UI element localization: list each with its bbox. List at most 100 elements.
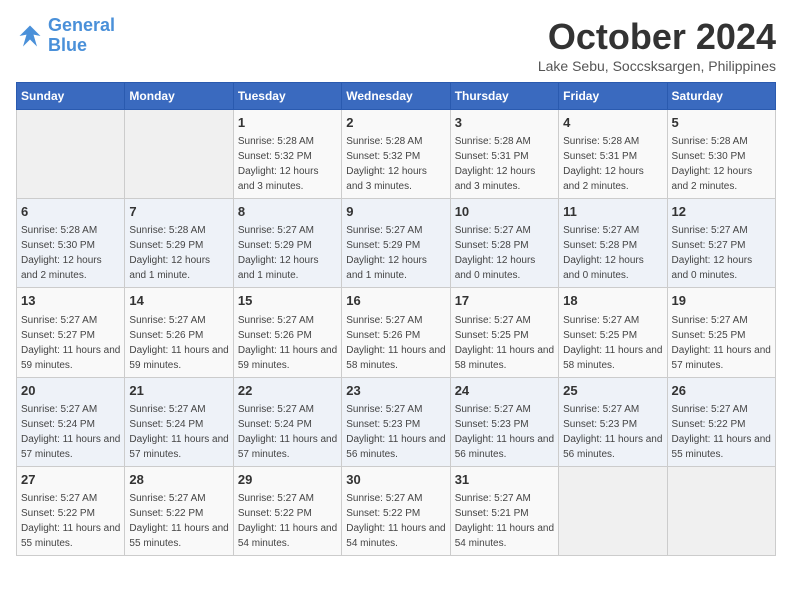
- logo: General Blue: [16, 16, 115, 56]
- day-info: Sunrise: 5:27 AM Sunset: 5:25 PM Dayligh…: [672, 313, 771, 373]
- day-number: 27: [21, 471, 120, 489]
- header-cell-friday: Friday: [559, 83, 667, 110]
- day-info: Sunrise: 5:27 AM Sunset: 5:25 PM Dayligh…: [563, 313, 662, 373]
- calendar-cell: [17, 110, 125, 199]
- day-info: Sunrise: 5:27 AM Sunset: 5:26 PM Dayligh…: [129, 313, 228, 373]
- day-info: Sunrise: 5:28 AM Sunset: 5:30 PM Dayligh…: [672, 134, 771, 194]
- day-number: 28: [129, 471, 228, 489]
- calendar-cell: 18 Sunrise: 5:27 AM Sunset: 5:25 PM Dayli…: [559, 288, 667, 377]
- day-number: 3: [455, 114, 554, 132]
- calendar-table: SundayMondayTuesdayWednesdayThursdayFrid…: [16, 82, 776, 556]
- day-info: Sunrise: 5:27 AM Sunset: 5:23 PM Dayligh…: [346, 402, 445, 462]
- day-info: Sunrise: 5:27 AM Sunset: 5:22 PM Dayligh…: [672, 402, 771, 462]
- calendar-cell: 19 Sunrise: 5:27 AM Sunset: 5:25 PM Dayli…: [667, 288, 775, 377]
- day-number: 18: [563, 292, 662, 310]
- day-info: Sunrise: 5:28 AM Sunset: 5:30 PM Dayligh…: [21, 223, 120, 283]
- header-row: SundayMondayTuesdayWednesdayThursdayFrid…: [17, 83, 776, 110]
- day-number: 25: [563, 382, 662, 400]
- day-info: Sunrise: 5:27 AM Sunset: 5:25 PM Dayligh…: [455, 313, 554, 373]
- calendar-cell: [667, 466, 775, 555]
- day-number: 26: [672, 382, 771, 400]
- header-cell-thursday: Thursday: [450, 83, 558, 110]
- logo-icon: [16, 22, 44, 50]
- calendar-cell: 3 Sunrise: 5:28 AM Sunset: 5:31 PM Daylig…: [450, 110, 558, 199]
- calendar-week-row: 13 Sunrise: 5:27 AM Sunset: 5:27 PM Dayli…: [17, 288, 776, 377]
- header-cell-saturday: Saturday: [667, 83, 775, 110]
- logo-line1: General: [48, 15, 115, 35]
- day-number: 2: [346, 114, 445, 132]
- day-number: 23: [346, 382, 445, 400]
- logo-line2: Blue: [48, 35, 87, 55]
- day-info: Sunrise: 5:27 AM Sunset: 5:27 PM Dayligh…: [672, 223, 771, 283]
- day-info: Sunrise: 5:27 AM Sunset: 5:26 PM Dayligh…: [238, 313, 337, 373]
- header-cell-tuesday: Tuesday: [233, 83, 341, 110]
- calendar-cell: 28 Sunrise: 5:27 AM Sunset: 5:22 PM Dayli…: [125, 466, 233, 555]
- day-number: 21: [129, 382, 228, 400]
- calendar-cell: 9 Sunrise: 5:27 AM Sunset: 5:29 PM Daylig…: [342, 199, 450, 288]
- day-info: Sunrise: 5:27 AM Sunset: 5:22 PM Dayligh…: [346, 491, 445, 551]
- day-number: 4: [563, 114, 662, 132]
- day-info: Sunrise: 5:28 AM Sunset: 5:32 PM Dayligh…: [238, 134, 337, 194]
- calendar-cell: 29 Sunrise: 5:27 AM Sunset: 5:22 PM Dayli…: [233, 466, 341, 555]
- day-number: 6: [21, 203, 120, 221]
- calendar-cell: 24Sunrise: 5:27 AM Sunset: 5:23 PM Dayli…: [450, 377, 558, 466]
- calendar-cell: 8Sunrise: 5:27 AM Sunset: 5:29 PM Daylig…: [233, 199, 341, 288]
- day-info: Sunrise: 5:27 AM Sunset: 5:29 PM Dayligh…: [238, 223, 337, 283]
- day-info: Sunrise: 5:27 AM Sunset: 5:29 PM Dayligh…: [346, 223, 445, 283]
- header-cell-monday: Monday: [125, 83, 233, 110]
- calendar-cell: 22Sunrise: 5:27 AM Sunset: 5:24 PM Dayli…: [233, 377, 341, 466]
- day-info: Sunrise: 5:27 AM Sunset: 5:22 PM Dayligh…: [21, 491, 120, 551]
- calendar-cell: 20Sunrise: 5:27 AM Sunset: 5:24 PM Dayli…: [17, 377, 125, 466]
- day-number: 15: [238, 292, 337, 310]
- day-info: Sunrise: 5:27 AM Sunset: 5:24 PM Dayligh…: [21, 402, 120, 462]
- day-number: 13: [21, 292, 120, 310]
- day-info: Sunrise: 5:27 AM Sunset: 5:28 PM Dayligh…: [563, 223, 662, 283]
- day-number: 10: [455, 203, 554, 221]
- day-number: 24: [455, 382, 554, 400]
- day-number: 30: [346, 471, 445, 489]
- day-number: 11: [563, 203, 662, 221]
- calendar-cell: 25 Sunrise: 5:27 AM Sunset: 5:23 PM Dayli…: [559, 377, 667, 466]
- calendar-cell: 21Sunrise: 5:27 AM Sunset: 5:24 PM Dayli…: [125, 377, 233, 466]
- day-info: Sunrise: 5:27 AM Sunset: 5:26 PM Dayligh…: [346, 313, 445, 373]
- location-subtitle: Lake Sebu, Soccsksargen, Philippines: [538, 58, 776, 74]
- calendar-cell: [559, 466, 667, 555]
- day-info: Sunrise: 5:27 AM Sunset: 5:27 PM Dayligh…: [21, 313, 120, 373]
- day-info: Sunrise: 5:27 AM Sunset: 5:22 PM Dayligh…: [129, 491, 228, 551]
- day-number: 7: [129, 203, 228, 221]
- calendar-cell: [125, 110, 233, 199]
- day-info: Sunrise: 5:27 AM Sunset: 5:22 PM Dayligh…: [238, 491, 337, 551]
- day-info: Sunrise: 5:28 AM Sunset: 5:32 PM Dayligh…: [346, 134, 445, 194]
- logo-text: General Blue: [48, 16, 115, 56]
- calendar-cell: 13 Sunrise: 5:27 AM Sunset: 5:27 PM Dayli…: [17, 288, 125, 377]
- day-number: 1: [238, 114, 337, 132]
- calendar-cell: 23 Sunrise: 5:27 AM Sunset: 5:23 PM Dayli…: [342, 377, 450, 466]
- day-number: 17: [455, 292, 554, 310]
- header-cell-sunday: Sunday: [17, 83, 125, 110]
- header-cell-wednesday: Wednesday: [342, 83, 450, 110]
- day-number: 9: [346, 203, 445, 221]
- title-section: October 2024 Lake Sebu, Soccsksargen, Ph…: [538, 16, 776, 74]
- calendar-week-row: 20Sunrise: 5:27 AM Sunset: 5:24 PM Dayli…: [17, 377, 776, 466]
- day-number: 14: [129, 292, 228, 310]
- calendar-cell: 1 Sunrise: 5:28 AM Sunset: 5:32 PM Daylig…: [233, 110, 341, 199]
- calendar-cell: 12Sunrise: 5:27 AM Sunset: 5:27 PM Dayli…: [667, 199, 775, 288]
- day-info: Sunrise: 5:27 AM Sunset: 5:21 PM Dayligh…: [455, 491, 554, 551]
- calendar-week-row: 1 Sunrise: 5:28 AM Sunset: 5:32 PM Daylig…: [17, 110, 776, 199]
- calendar-cell: 5 Sunrise: 5:28 AM Sunset: 5:30 PM Daylig…: [667, 110, 775, 199]
- day-info: Sunrise: 5:27 AM Sunset: 5:23 PM Dayligh…: [563, 402, 662, 462]
- day-number: 19: [672, 292, 771, 310]
- page-header: General Blue October 2024 Lake Sebu, Soc…: [16, 16, 776, 74]
- day-number: 5: [672, 114, 771, 132]
- calendar-cell: 10Sunrise: 5:27 AM Sunset: 5:28 PM Dayli…: [450, 199, 558, 288]
- calendar-cell: 31Sunrise: 5:27 AM Sunset: 5:21 PM Dayli…: [450, 466, 558, 555]
- calendar-cell: 26 Sunrise: 5:27 AM Sunset: 5:22 PM Dayli…: [667, 377, 775, 466]
- calendar-cell: 7 Sunrise: 5:28 AM Sunset: 5:29 PM Daylig…: [125, 199, 233, 288]
- day-info: Sunrise: 5:28 AM Sunset: 5:31 PM Dayligh…: [455, 134, 554, 194]
- calendar-cell: 27 Sunrise: 5:27 AM Sunset: 5:22 PM Dayli…: [17, 466, 125, 555]
- calendar-week-row: 27 Sunrise: 5:27 AM Sunset: 5:22 PM Dayli…: [17, 466, 776, 555]
- day-info: Sunrise: 5:28 AM Sunset: 5:29 PM Dayligh…: [129, 223, 228, 283]
- calendar-cell: 11 Sunrise: 5:27 AM Sunset: 5:28 PM Dayli…: [559, 199, 667, 288]
- day-number: 29: [238, 471, 337, 489]
- calendar-cell: 14 Sunrise: 5:27 AM Sunset: 5:26 PM Dayli…: [125, 288, 233, 377]
